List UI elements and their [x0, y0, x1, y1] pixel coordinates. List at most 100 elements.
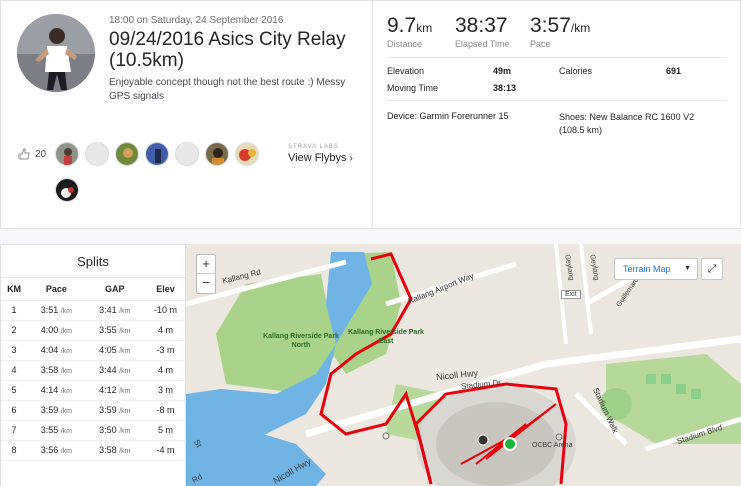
map-label-park-north: Kallang Riverside Park North — [263, 333, 339, 349]
split-gap-value: 4:05 — [99, 345, 117, 355]
split-elev: 3 m — [144, 380, 187, 401]
split-km: 8 — [1, 440, 28, 461]
split-pace-unit: /km — [60, 388, 73, 395]
pace-unit: /km — [570, 21, 591, 35]
building — [676, 384, 686, 394]
split-pace-value: 3:51 — [40, 305, 59, 315]
activity-datetime: 18:00 on Saturday, 24 September 2016 — [109, 15, 284, 26]
split-gap-value: 4:12 — [99, 385, 117, 395]
distance-unit: km — [416, 21, 433, 35]
shoes-info[interactable]: Shoes: New Balance RC 1600 V2 (108.5 km) — [559, 111, 719, 137]
activity-stats-panel: 9.7km Distance 38:37 Elapsed Time 3:57/k… — [373, 1, 740, 228]
split-km: 7 — [1, 420, 28, 441]
split-elev-value: 3 m — [158, 385, 174, 395]
map-type-label: Terrain Map — [623, 264, 671, 274]
athlete-avatar-small[interactable] — [55, 142, 79, 166]
split-gap: 4:12 /km — [85, 380, 145, 401]
split-row[interactable]: 7 3:55 /km 3:50 /km 5 m — [1, 420, 187, 441]
kudos-icon — [18, 148, 30, 160]
athlete-list — [55, 142, 259, 166]
splits-table: KM Pace GAP Elev 1 3:51 /km 3:41 /km -10 m2… — [1, 278, 187, 461]
route-map[interactable]: Kallang Rd Kallang Airport Way Exit Kall… — [186, 244, 741, 486]
split-gap-unit: /km — [119, 408, 131, 415]
athlete-avatar-small[interactable] — [145, 142, 169, 166]
athlete-avatar-small[interactable] — [115, 142, 139, 166]
split-pace: 3:56 /km — [27, 440, 86, 461]
split-gap-value: 3:55 — [99, 325, 117, 335]
split-pace-unit: /km — [60, 408, 73, 415]
split-row[interactable]: 6 3:59 /km 3:59 /km -8 m — [1, 400, 187, 421]
map-label-park-east: Kallang Riverside Park East — [348, 329, 424, 345]
split-km-value: 2 — [11, 325, 17, 335]
stat-distance: 9.7km Distance — [387, 14, 432, 49]
split-gap: 3:58 /km — [85, 440, 145, 461]
split-gap: 3:44 /km — [85, 360, 145, 381]
view-flybys-link[interactable]: View Flybys › — [288, 152, 353, 164]
finish-marker-icon[interactable] — [477, 434, 489, 446]
split-elev-value: 4 m — [158, 325, 174, 335]
pace-value: 3:57 — [530, 14, 571, 37]
split-gap: 3:50 /km — [85, 420, 145, 441]
stat-pace: 3:57/km Pace — [530, 14, 590, 49]
split-row[interactable]: 1 3:51 /km 3:41 /km -10 m — [1, 300, 187, 321]
view-flybys-label: View Flybys — [288, 152, 347, 164]
kudos-number: 20 — [35, 148, 47, 160]
zoom-in-button[interactable]: + — [197, 255, 215, 274]
map-type-dropdown[interactable]: Terrain Map ▼ — [614, 258, 698, 280]
elapsed-label: Elapsed Time — [455, 39, 510, 49]
split-gap-unit: /km — [119, 328, 131, 335]
splits-header-row: KM Pace GAP Elev — [1, 278, 187, 301]
zoom-out-button[interactable]: − — [197, 274, 215, 293]
athlete-avatar-small[interactable] — [85, 142, 109, 166]
split-elev: -3 m — [144, 340, 187, 361]
athlete-avatar-small[interactable] — [175, 142, 199, 166]
split-elev-value: 4 m — [158, 365, 174, 375]
athlete-avatar-small[interactable] — [235, 142, 259, 166]
split-km-value: 3 — [11, 345, 17, 355]
split-row[interactable]: 5 4:14 /km 4:12 /km 3 m — [1, 380, 187, 401]
calories-label: Calories — [559, 66, 593, 76]
split-gap-unit: /km — [119, 448, 131, 455]
elapsed-value: 38:37 — [455, 14, 508, 37]
split-pace-unit: /km — [60, 428, 73, 435]
stat-elapsed-time: 38:37 Elapsed Time — [455, 14, 510, 49]
split-pace-value: 3:55 — [40, 425, 59, 435]
activity-title: 09/24/2016 Asics City Relay (10.5km) — [109, 29, 346, 71]
athlete-avatar-small[interactable] — [55, 178, 79, 202]
split-elev-value: -4 m — [156, 445, 175, 455]
split-elev-value: -8 m — [156, 405, 175, 415]
split-pace-value: 4:00 — [40, 325, 59, 335]
split-pace-unit: /km — [60, 448, 73, 455]
split-row[interactable]: 4 3:58 /km 3:44 /km 4 m — [1, 360, 187, 381]
split-km: 1 — [1, 300, 28, 321]
kudos-count[interactable]: 20 — [18, 148, 46, 160]
athlete-avatar-small[interactable] — [205, 142, 229, 166]
building — [691, 389, 701, 399]
split-pace: 4:04 /km — [27, 340, 86, 361]
split-pace-value: 3:58 — [40, 365, 59, 375]
split-row[interactable]: 2 4:00 /km 3:55 /km 4 m — [1, 320, 187, 341]
elevation-value: 49m — [493, 66, 512, 76]
split-pace: 3:55 /km — [27, 420, 86, 441]
split-row[interactable]: 3 4:04 /km 4:05 /km -3 m — [1, 340, 187, 361]
split-row[interactable]: 8 3:56 /km 3:58 /km -4 m — [1, 440, 187, 461]
start-marker-icon[interactable] — [503, 437, 517, 451]
calories-value: 691 — [666, 66, 682, 76]
split-elev: -10 m — [144, 300, 187, 321]
split-elev: -8 m — [144, 400, 187, 421]
split-gap: 3:59 /km — [85, 400, 145, 421]
split-elev-value: -10 m — [154, 305, 178, 315]
splits-title: Splits — [1, 245, 185, 278]
split-pace-unit: /km — [60, 348, 73, 355]
col-gap: GAP — [85, 278, 145, 301]
fullscreen-button[interactable]: ⤢ — [701, 258, 723, 280]
split-km: 6 — [1, 400, 28, 421]
split-km-value: 7 — [11, 425, 17, 435]
split-gap: 4:05 /km — [85, 340, 145, 361]
split-km: 5 — [1, 380, 28, 401]
split-gap: 3:55 /km — [85, 320, 145, 341]
athlete-avatar[interactable] — [17, 14, 95, 92]
splits-panel: Splits KM Pace GAP Elev 1 3:51 /km 3:41 /k… — [0, 244, 187, 486]
split-gap-value: 3:50 — [99, 425, 117, 435]
split-pace-value: 3:59 — [40, 405, 59, 415]
